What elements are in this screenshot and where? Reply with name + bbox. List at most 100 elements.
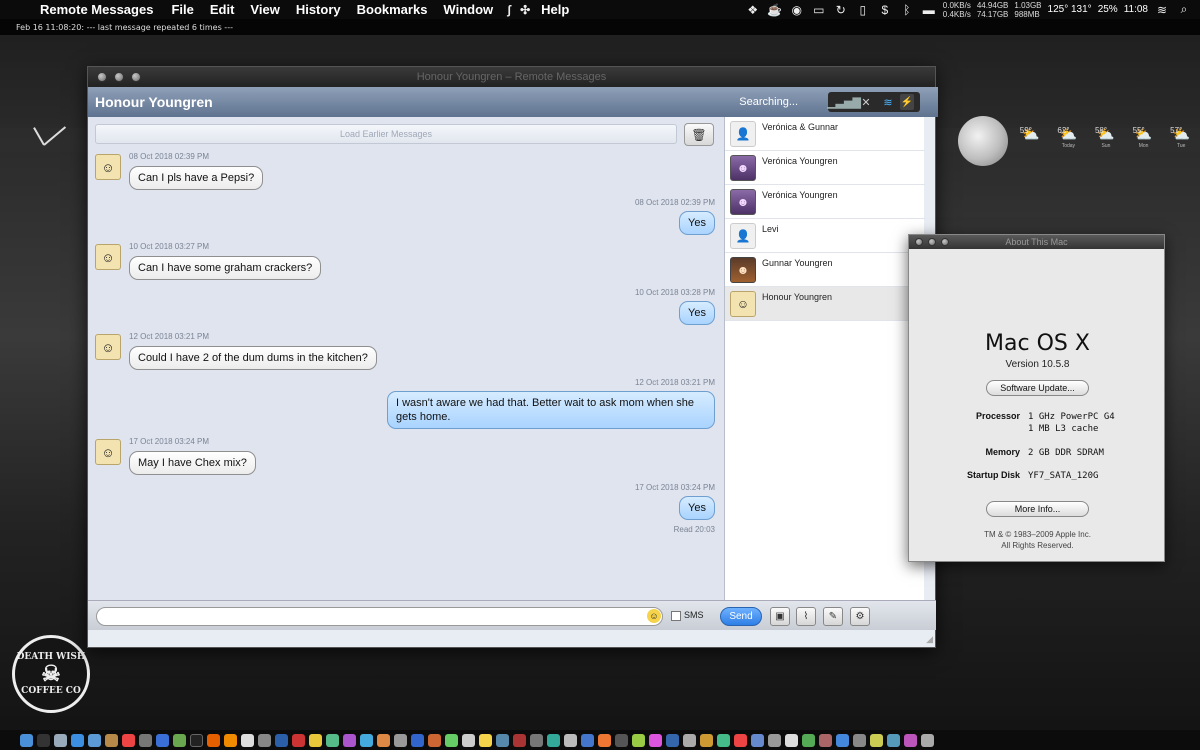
menu-clock[interactable]: 11:08 [1124,4,1148,15]
note-icon[interactable]: ✎ [823,607,843,626]
dropbox-icon[interactable]: ❖ [745,3,761,17]
software-update-button[interactable]: Software Update... [986,380,1089,396]
contact-list-item[interactable]: ☻ Verónica Youngren [725,185,925,219]
wifi-icon[interactable]: ≋ [1154,3,1170,17]
time-machine-icon[interactable]: ↻ [833,3,849,17]
resize-handle-icon[interactable]: ◢ [926,634,933,645]
growl-icon[interactable]: ◉ [789,3,805,17]
menu-file[interactable]: File [163,2,201,17]
remote-icon[interactable]: ▭ [811,3,827,17]
app-icon[interactable] [275,733,288,747]
app-icon[interactable] [530,733,543,747]
app-icon[interactable] [751,733,764,747]
contact-list-item-selected[interactable]: ☺ Honour Youngren [725,287,925,321]
incoming-message-bubble[interactable]: Could I have 2 of the dum dums in the ki… [129,346,377,370]
app-icon[interactable] [904,733,917,747]
app-icon[interactable] [462,733,475,747]
contacts-list[interactable]: 👤 Verónica & Gunnar ☻ Verónica Youngren … [724,117,925,600]
load-earlier-button[interactable]: Load Earlier Messages [95,124,677,144]
conversation-pane[interactable]: Load Earlier Messages 🗑 ☺ 08 Oct 2018 02… [88,117,724,600]
app-icon[interactable] [428,733,441,747]
app-icon[interactable] [802,733,815,747]
app-icon[interactable] [666,733,679,747]
app-icon[interactable] [513,733,526,747]
menu-view[interactable]: View [242,2,287,17]
app-icon[interactable] [360,733,373,747]
display-icon[interactable]: ▬ [921,3,937,17]
app-icon[interactable] [819,733,832,747]
menu-bookmarks[interactable]: Bookmarks [349,2,436,17]
app-icon[interactable] [377,733,390,747]
app-icon[interactable] [394,733,407,747]
app-icon[interactable] [309,733,322,747]
app-icon[interactable] [292,733,305,747]
trash-icon[interactable]: 🗑 [684,123,714,146]
app-icon[interactable] [768,733,781,747]
messages-titlebar[interactable]: Honour Youngren – Remote Messages [88,67,935,87]
contact-list-item[interactable]: ☻ Gunnar Youngren [725,253,925,287]
app-icon[interactable] [700,733,713,747]
ichat-icon[interactable] [88,733,101,747]
more-info-button[interactable]: More Info... [986,501,1089,517]
app-icon[interactable] [343,733,356,747]
close-x-icon[interactable]: ✕ [856,94,876,110]
safari-icon[interactable] [71,733,84,747]
app-icon[interactable] [547,733,560,747]
battery-charging-icon[interactable]: ⚡ [900,94,914,110]
app-icon[interactable] [649,733,662,747]
app-icon[interactable] [887,733,900,747]
contact-list-item[interactable]: ☻ Verónica Youngren [725,151,925,185]
outgoing-message-bubble[interactable]: Yes [679,211,715,235]
script-icon[interactable]: ʃ [501,3,517,17]
coffee-cup-icon[interactable]: ☕ [767,3,783,17]
sync-icon[interactable]: ✣ [517,3,533,17]
app-icon[interactable] [785,733,798,747]
app-icon[interactable] [445,733,458,747]
outgoing-message-bubble[interactable]: Yes [679,301,715,325]
app-icon[interactable] [734,733,747,747]
address-book-icon[interactable] [105,733,118,747]
app-icon[interactable] [326,733,339,747]
contact-list-item[interactable]: 👤 Levi [725,219,925,253]
trash-icon[interactable] [921,733,934,747]
gear-icon[interactable]: ⚙ [850,607,870,626]
app-icon[interactable] [870,733,883,747]
app-icon[interactable] [683,733,696,747]
app-icon[interactable] [598,733,611,747]
iphoto-icon[interactable] [173,733,186,747]
app-icon[interactable] [581,733,594,747]
app-icon[interactable] [479,733,492,747]
spotlight-icon[interactable]: ⌕ [1176,2,1192,17]
app-icon[interactable] [836,733,849,747]
preview-icon[interactable] [139,733,152,747]
ical-icon[interactable] [122,733,135,747]
contact-list-item[interactable]: 👤 Verónica & Gunnar [725,117,925,151]
send-button[interactable]: Send [720,607,762,626]
firefox-icon[interactable] [207,733,220,747]
incoming-message-bubble[interactable]: Can I have some graham crackers? [129,256,322,280]
app-icon[interactable] [564,733,577,747]
menu-window[interactable]: Window [435,2,501,17]
incoming-message-bubble[interactable]: May I have Chex mix? [129,451,256,475]
finder-icon[interactable] [20,733,33,747]
itunes-icon[interactable] [156,733,169,747]
system-preferences-icon[interactable] [258,733,271,747]
menu-app-name[interactable]: Remote Messages [34,2,163,17]
app-icon[interactable] [853,733,866,747]
app-icon[interactable] [496,733,509,747]
textedit-icon[interactable] [241,733,254,747]
menu-history[interactable]: History [288,2,349,17]
incoming-message-bubble[interactable]: Can I pls have a Pepsi? [129,166,264,190]
signal-bars-icon[interactable]: ▁▃▅▇ [827,94,861,110]
app-icon[interactable] [717,733,730,747]
dollar-icon[interactable]: $ [877,3,893,17]
menu-edit[interactable]: Edit [202,2,243,17]
terminal-icon[interactable] [190,733,203,747]
outgoing-message-bubble[interactable]: Yes [679,496,715,520]
emoji-icon[interactable]: ☺ [647,609,661,623]
battery-widget-icon[interactable]: ▯ [855,3,871,17]
paperclip-icon[interactable]: ⌇ [796,607,816,626]
outgoing-message-bubble[interactable]: I wasn't aware we had that. Better wait … [387,391,715,429]
battery-percent[interactable]: 25% [1098,4,1118,15]
menu-help[interactable]: Help [533,2,577,17]
